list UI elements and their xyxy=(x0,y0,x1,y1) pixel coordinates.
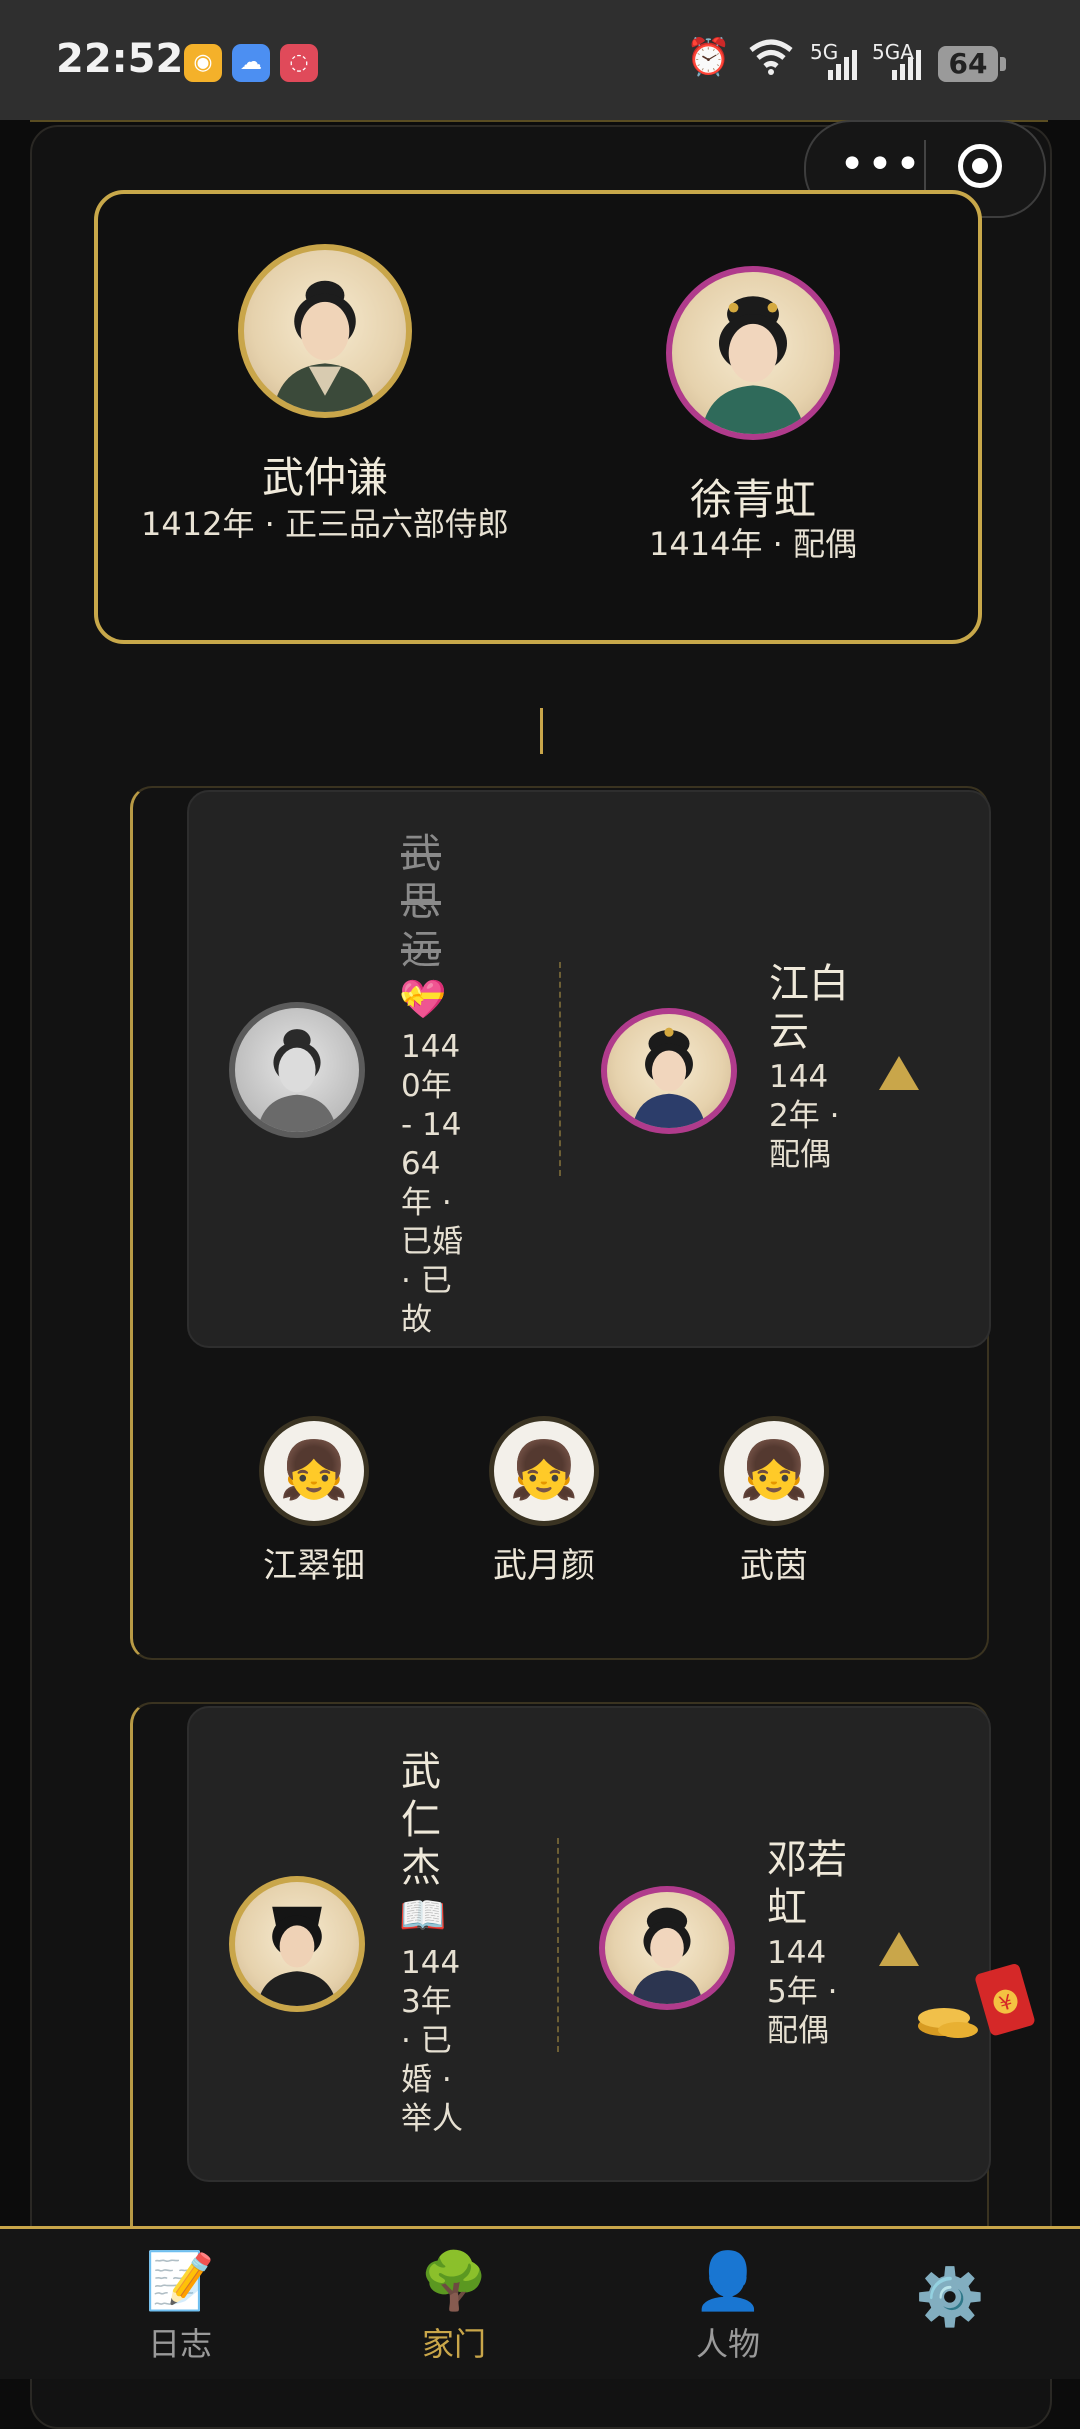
spouse-name: 江白云 xyxy=(769,961,849,1055)
app-icon: ◌ xyxy=(280,44,318,82)
member-badge: 💝 xyxy=(399,977,447,1021)
tab-people[interactable]: 👤 人物 xyxy=(628,2249,828,2365)
status-time: 22:52 xyxy=(56,36,184,82)
alarm-icon: ⏰ xyxy=(686,37,731,78)
parents-card[interactable]: 武仲谦 1412年 · 正三品六部侍郎 徐青虹 1414年 · 配偶 xyxy=(94,190,982,644)
status-bar: 22:52 ◉ ☁ ◌ ⏰ 5G 5GA 64 xyxy=(0,0,1080,120)
tab-label: 人物 xyxy=(695,2325,760,2363)
member-badge: 📖 xyxy=(399,1893,447,1937)
member-avatar[interactable] xyxy=(229,1876,365,2012)
mother-avatar[interactable] xyxy=(666,266,840,440)
child-name: 江翠钿 xyxy=(263,1546,365,1586)
child-avatar[interactable]: 👧 xyxy=(259,1416,369,1526)
collapse-toggle-icon[interactable] xyxy=(879,1056,919,1090)
family-branch: 武仁杰 📖 1443年 · 已婚 · 举人 邓若虹 1445年 · 配偶 xyxy=(130,1702,991,2306)
weather-icon: ☁ xyxy=(232,44,270,82)
signal-bars-icon-2 xyxy=(890,48,924,91)
tab-label: 家门 xyxy=(421,2325,486,2363)
tab-family[interactable]: 🌳 家门 xyxy=(354,2249,554,2365)
child-avatar[interactable]: 👧 xyxy=(489,1416,599,1526)
bottom-tab-bar: 📝 日志 🌳 家门 👤 人物 ⚙️ xyxy=(0,2226,1080,2379)
child-avatar[interactable]: 👧 xyxy=(719,1416,829,1526)
spouse-name: 邓若虹 xyxy=(767,1837,847,1931)
father-info: 1412年 · 正三品六部侍郎 xyxy=(141,505,509,543)
couple-card[interactable]: 武思远 💝 1440年 - 1464年 · 已婚 · 已故 江白云 1442年 … xyxy=(187,790,991,1348)
spouse-info: 1442年 · 配偶 xyxy=(769,1059,840,1173)
wifi-icon xyxy=(746,36,796,85)
mother-info: 1414年 · 配偶 xyxy=(649,525,857,563)
tab-label: 日志 xyxy=(147,2325,212,2363)
father-name: 武仲谦 xyxy=(261,453,388,502)
mother-name: 徐青虹 xyxy=(689,475,816,524)
spouse-avatar[interactable] xyxy=(601,1008,737,1134)
child-name: 武茵 xyxy=(740,1546,808,1586)
collapse-toggle-icon[interactable] xyxy=(879,1932,919,1966)
child-name: 武月颜 xyxy=(493,1546,595,1586)
member-name: 武仁杰 xyxy=(401,1749,441,1891)
memo-icon: 📝 xyxy=(145,2249,215,2314)
person-icon: 👤 xyxy=(693,2249,763,2314)
spouse-avatar[interactable] xyxy=(599,1886,735,2010)
signal-bars-icon xyxy=(826,48,860,91)
tab-log[interactable]: 📝 日志 xyxy=(80,2249,280,2365)
member-avatar[interactable] xyxy=(229,1002,365,1138)
member-info: 1443年 · 已婚 · 举人 xyxy=(401,1945,463,2137)
member-name: 武思远 xyxy=(401,831,441,973)
couple-card[interactable]: 武仁杰 📖 1443年 · 已婚 · 举人 邓若虹 1445年 · 配偶 xyxy=(187,1706,991,2182)
red-packet-icon[interactable]: ¥ xyxy=(914,1960,1044,2050)
battery-indicator: 64 xyxy=(938,46,1006,82)
family-branch: 武思远 💝 1440年 - 1464年 · 已婚 · 已故 江白云 1442年 … xyxy=(130,786,991,1660)
weibo-icon: ◉ xyxy=(184,44,222,82)
gear-icon: ⚙️ xyxy=(915,2265,985,2330)
spouse-info: 1445年 · 配偶 xyxy=(767,1935,838,2049)
tree-connector xyxy=(540,708,543,754)
tree-icon: 🌳 xyxy=(419,2249,489,2314)
father-avatar[interactable] xyxy=(238,244,412,418)
tab-settings[interactable]: ⚙️ xyxy=(850,2249,1050,2335)
close-miniprogram-button[interactable] xyxy=(958,144,1002,188)
member-info: 1440年 - 1464年 · 已婚 · 已故 xyxy=(401,1029,463,1338)
couple-divider xyxy=(559,962,561,1176)
couple-divider xyxy=(557,1838,559,2052)
